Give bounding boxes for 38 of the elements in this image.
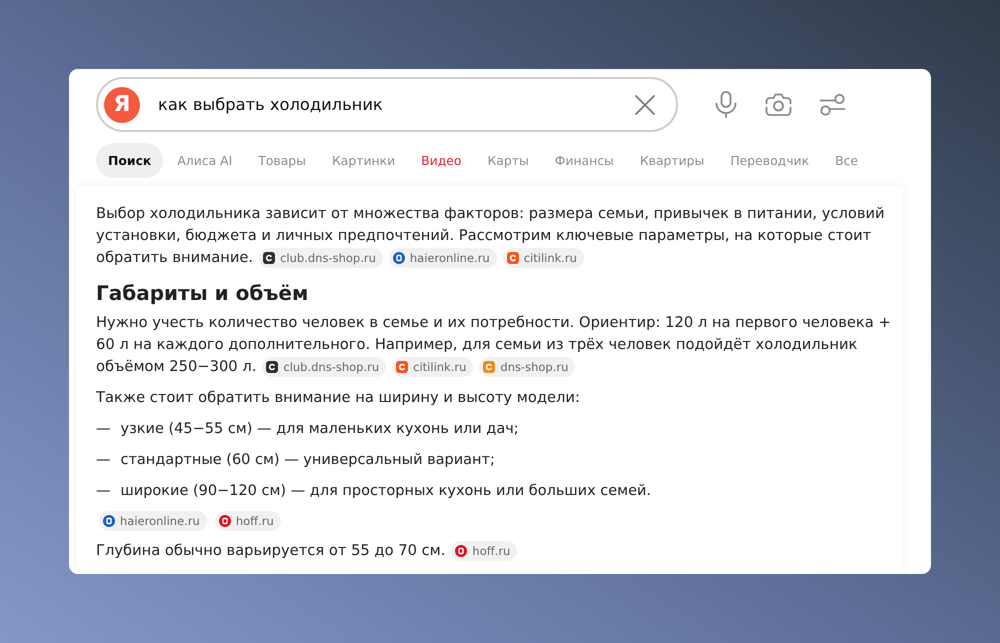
answer-paragraph: Нужно учесть количество человек в семье и их потребности. Ориентир: 120 л на первого человека + 60 л на каждого дополнительного. Например, для семьи из трёх человек подойдёт холодильник объёмом 250−300 л. club.dns-shop.ru citilink.ru dns-shop.ru	[96, 313, 892, 378]
search-tab[interactable]: Картинки	[320, 143, 408, 178]
source-link[interactable]: hoff.ru	[451, 540, 518, 561]
camera-icon[interactable]	[765, 92, 792, 116]
source-link[interactable]: citilink.ru	[502, 248, 584, 268]
search-tab[interactable]: Финансы	[542, 143, 626, 178]
settings-sliders-icon[interactable]	[819, 92, 846, 116]
search-tab[interactable]: Карты	[475, 143, 541, 178]
answer-paragraph: Также стоит обратить внимание на ширину и высоту модели:	[96, 388, 581, 408]
search-tab[interactable]: Поиск	[96, 143, 164, 178]
close-icon	[634, 94, 656, 116]
list-item-text: стандартные (60 см) — универсальный вариант;	[120, 451, 495, 470]
list-item-text: узкие (45−55 см) — для маленьких кухонь или дач;	[120, 420, 519, 439]
search-bar[interactable]: Я как выбрать холодильник	[96, 77, 678, 132]
answer-paragraph: Выбор холодильника зависит от множества факторов: размера семьи, привычек в питании, условий установки, бюджета и личных предпочтений. Рассмотрим ключевые параметры, на которые стоит обратить внимание. club.dns-shop.ru haieronline.ru citilink.ru	[96, 204, 886, 269]
list-dash: —	[96, 482, 110, 501]
search-tab[interactable]: Все	[823, 143, 870, 178]
search-tab[interactable]: Квартиры	[628, 143, 716, 178]
list-item-text: широкие (90−120 см) — для просторных кухонь или больших семей.	[120, 482, 652, 501]
search-tab[interactable]: Видео	[409, 143, 474, 178]
source-link[interactable]: club.dns-shop.ru	[259, 248, 383, 268]
search-input[interactable]: как выбрать холодильник	[158, 92, 616, 118]
section-heading: Габариты и объём	[96, 280, 310, 307]
source-link[interactable]: citilink.ru	[392, 356, 474, 377]
answer-paragraph: Глубина обычно варьируется от 55 до 70 см. hoff.ru	[96, 540, 897, 562]
search-tab[interactable]: Товары	[246, 143, 318, 178]
search-tab[interactable]: Алиса AI	[165, 143, 244, 178]
list-dash: —	[96, 451, 110, 470]
search-tab[interactable]: Переводчик	[718, 143, 822, 178]
logo[interactable]: Я	[104, 86, 140, 122]
microphone-icon[interactable]	[714, 91, 738, 118]
source-link[interactable]: haieronline.ru	[99, 511, 207, 531]
source-link[interactable]: club.dns-shop.ru	[262, 356, 386, 377]
source-link[interactable]: hoff.ru	[214, 511, 281, 531]
source-link[interactable]: dns-shop.ru	[479, 356, 576, 377]
clear-button[interactable]	[634, 94, 656, 116]
list-dash: —	[96, 420, 110, 439]
source-link[interactable]: haieronline.ru	[388, 248, 497, 268]
